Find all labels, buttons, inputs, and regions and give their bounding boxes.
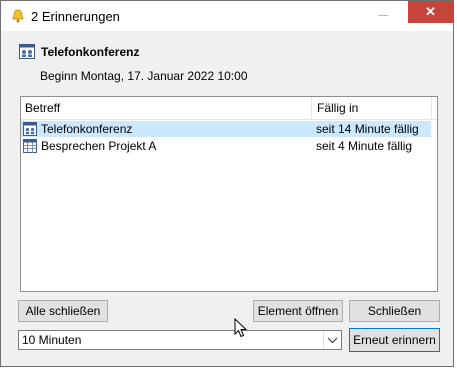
- minimize-button[interactable]: [361, 1, 407, 31]
- snooze-select[interactable]: 10 Minuten: [18, 330, 342, 350]
- snooze-select-value: 10 Minuten: [22, 333, 82, 347]
- dropdown-button[interactable]: [323, 331, 341, 349]
- window-title: 2 Erinnerungen: [31, 9, 120, 24]
- column-header-due[interactable]: Fällig in: [317, 101, 358, 115]
- open-item-button[interactable]: Element öffnen: [253, 300, 343, 322]
- list-item-due: seit 14 Minute fällig: [316, 122, 419, 136]
- calendar-icon: [23, 139, 37, 153]
- list-header: Betreff Fällig in: [21, 97, 437, 120]
- column-divider[interactable]: [311, 97, 312, 119]
- bell-icon: [12, 9, 24, 23]
- minimize-icon: [378, 15, 388, 16]
- mouse-pointer-icon: [234, 318, 248, 338]
- column-header-subject[interactable]: Betreff: [25, 101, 60, 115]
- list-item-subject: Besprechen Projekt A: [41, 139, 157, 153]
- snooze-button[interactable]: Erneut erinnern: [349, 328, 440, 352]
- reminder-list[interactable]: Betreff Fällig in Telefonkonferenz seit …: [20, 96, 438, 292]
- column-divider[interactable]: [431, 97, 432, 119]
- meeting-icon: [23, 122, 37, 136]
- meeting-icon: [19, 44, 35, 59]
- title-bar[interactable]: 2 Erinnerungen ✕: [1, 1, 453, 31]
- close-icon: ✕: [425, 4, 436, 19]
- list-item[interactable]: Besprechen Projekt A seit 4 Minute fälli…: [21, 138, 431, 154]
- dismiss-all-button[interactable]: Alle schließen: [18, 300, 108, 322]
- reminder-window: 2 Erinnerungen ✕ Telefonkonferenz Beginn…: [0, 0, 454, 367]
- list-item-due: seit 4 Minute fällig: [316, 139, 413, 153]
- reminder-start: Beginn Montag, 17. Januar 2022 10:00: [40, 69, 248, 83]
- close-button[interactable]: ✕: [408, 1, 453, 23]
- chevron-down-icon: [327, 337, 338, 344]
- list-item-subject: Telefonkonferenz: [41, 122, 133, 136]
- reminder-subject: Telefonkonferenz: [41, 45, 140, 59]
- list-item[interactable]: Telefonkonferenz seit 14 Minute fällig: [21, 121, 431, 137]
- dismiss-button[interactable]: Schließen: [349, 300, 440, 322]
